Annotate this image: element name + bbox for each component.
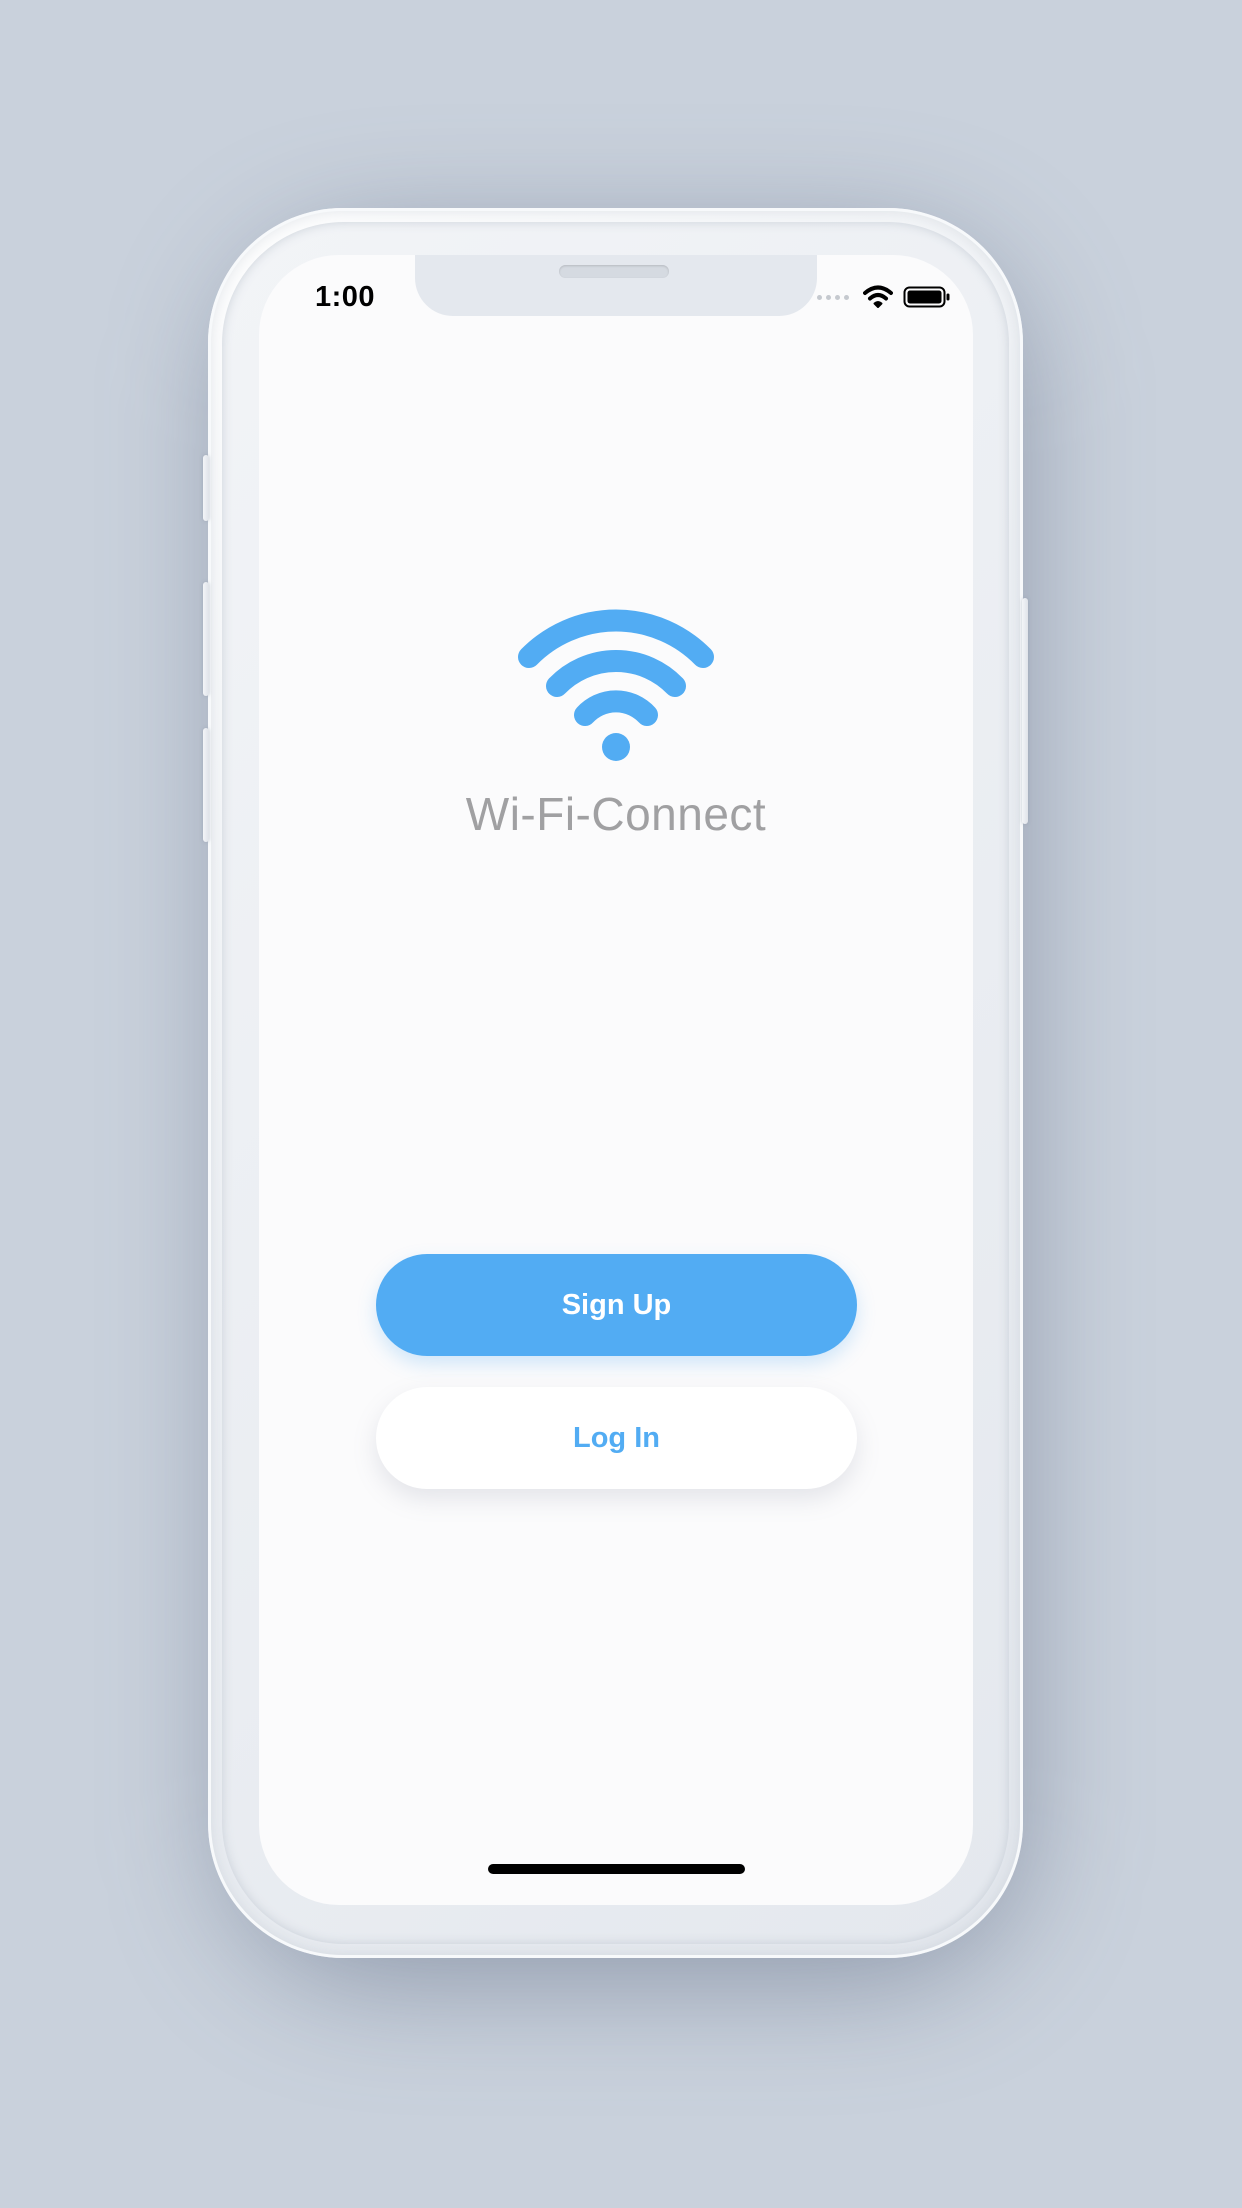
speaker-grille xyxy=(559,265,669,278)
wifi-icon xyxy=(863,285,893,308)
status-icons xyxy=(817,285,951,309)
app-logo-section: Wi-Fi-Connect xyxy=(259,605,973,841)
app-title: Wi-Fi-Connect xyxy=(465,788,767,840)
log-in-button[interactable]: Log In xyxy=(376,1387,857,1489)
sign-up-label: Sign Up xyxy=(561,1288,672,1321)
log-in-label: Log In xyxy=(573,1421,660,1454)
wifi-logo-icon xyxy=(518,609,714,761)
volume-down-button xyxy=(203,728,209,842)
status-time: 1:00 xyxy=(315,281,376,313)
power-button xyxy=(1022,598,1028,824)
signal-dots-icon xyxy=(817,294,849,300)
phone-screen: 1:00 Wi-Fi-Connect Sign Up Log In xyxy=(259,255,973,1905)
notch xyxy=(415,255,817,316)
sign-up-button[interactable]: Sign Up xyxy=(376,1254,857,1356)
volume-up-button xyxy=(203,582,209,696)
battery-icon xyxy=(903,286,950,308)
silent-switch xyxy=(203,455,209,521)
home-indicator[interactable] xyxy=(488,1864,745,1874)
